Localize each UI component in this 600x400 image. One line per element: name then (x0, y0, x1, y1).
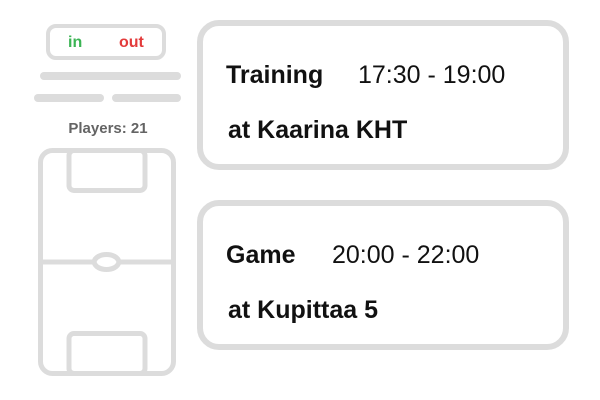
placeholder-bar (40, 72, 181, 80)
attendance-toggle[interactable]: in out (46, 24, 166, 60)
placeholder-bar (34, 94, 104, 102)
players-count: Players: 21 (68, 120, 148, 137)
event-card-game[interactable]: Game 20:00 - 22:00 at Kupittaa 5 (197, 200, 569, 350)
event-title: Training (226, 61, 324, 89)
event-card-training[interactable]: Training 17:30 - 19:00 at Kaarina KHT (197, 20, 569, 170)
event-time: 17:30 - 19:00 (358, 61, 506, 89)
event-time: 20:00 - 22:00 (332, 241, 480, 269)
out-option[interactable]: out (119, 33, 144, 53)
event-location: at Kaarina KHT (228, 116, 408, 144)
placeholder-bar (112, 94, 181, 102)
event-title: Game (226, 241, 296, 269)
football-pitch-icon (38, 148, 176, 376)
event-location: at Kupittaa 5 (228, 296, 379, 324)
in-option[interactable]: in (68, 33, 82, 53)
